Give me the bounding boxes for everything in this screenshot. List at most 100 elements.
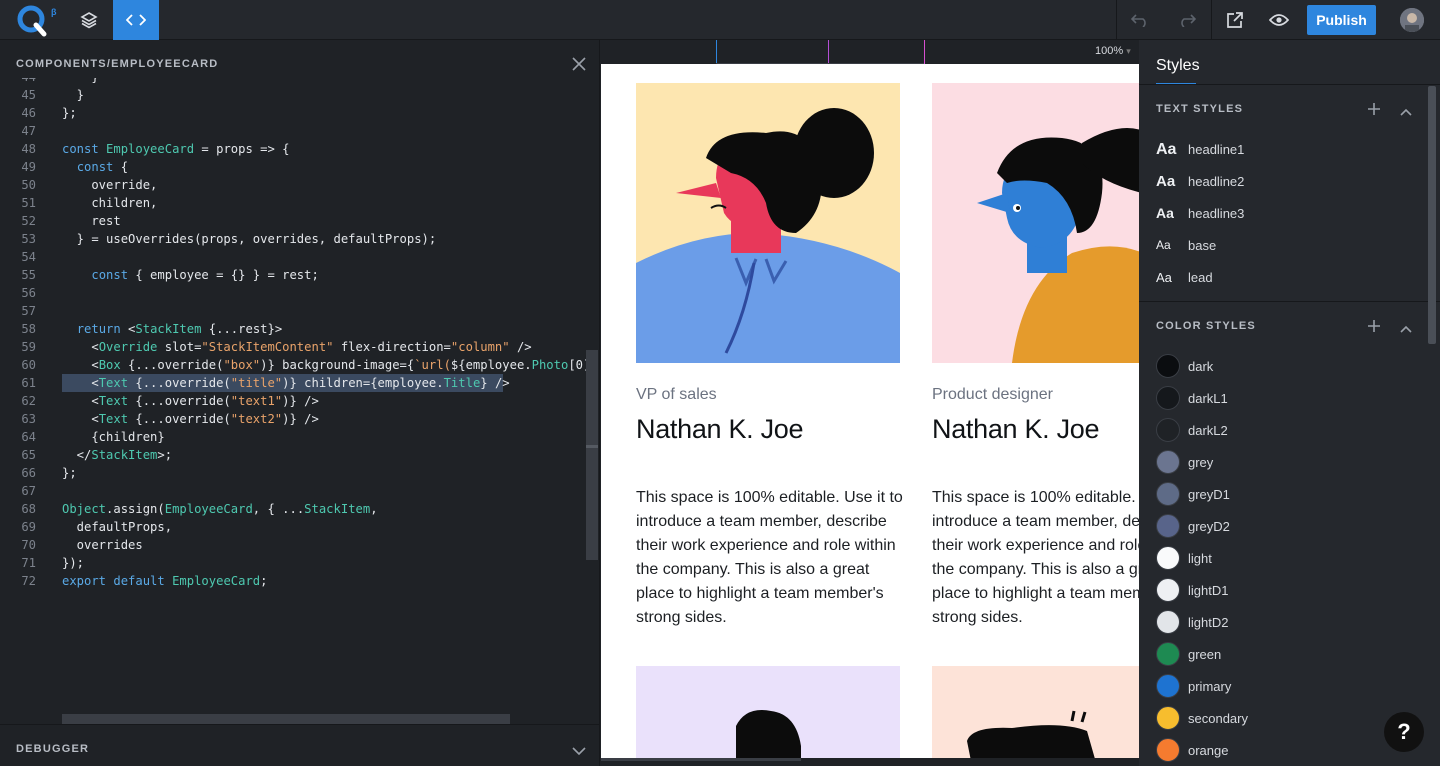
help-button[interactable]: ? [1384, 712, 1424, 752]
code-text: <Text {...override("text2")} /> [62, 412, 319, 426]
text-style-item-base[interactable]: Aa base [1156, 229, 1416, 261]
collapse-color-styles-button[interactable] [1399, 321, 1413, 333]
code-line[interactable]: 53 } = useOverrides(props, overrides, de… [0, 230, 586, 248]
color-style-item-primary[interactable]: primary [1156, 670, 1416, 702]
code-line[interactable]: 58 return <StackItem {...rest}> [0, 320, 586, 338]
quarkly-logo[interactable]: β [14, 4, 66, 38]
text-style-name: base [1188, 238, 1217, 253]
text-style-item-headline2[interactable]: Aa headline2 [1156, 165, 1416, 197]
color-style-name: lightD2 [1188, 615, 1229, 630]
code-line[interactable]: 49 const { [0, 158, 586, 176]
code-button[interactable] [113, 0, 159, 40]
code-line[interactable]: 52 rest [0, 212, 586, 230]
code-line[interactable]: 67 [0, 482, 586, 500]
employee-photo [636, 666, 900, 758]
line-number: 54 [21, 250, 36, 264]
undo-button[interactable] [1117, 0, 1163, 40]
color-style-item-dark[interactable]: dark [1156, 350, 1416, 382]
employee-description: This space is 100% editable. Use it to i… [636, 489, 903, 626]
code-line[interactable]: 45 } [0, 86, 586, 104]
line-number: 69 [21, 520, 36, 534]
line-number: 61 [21, 376, 36, 390]
color-style-item-greyD1[interactable]: greyD1 [1156, 478, 1416, 510]
line-number: 71 [21, 556, 36, 570]
layers-button[interactable] [66, 0, 112, 40]
code-line[interactable]: 68 Object.assign(EmployeeCard, { ...Stack… [0, 500, 586, 518]
code-line[interactable]: 55 const { employee = {} } = rest; [0, 266, 586, 284]
text-style-preview: Aa [1156, 173, 1176, 190]
color-style-item-darkL1[interactable]: darkL1 [1156, 382, 1416, 414]
text-style-name: lead [1188, 270, 1213, 285]
text-style-item-headline1[interactable]: Aa headline1 [1156, 133, 1416, 165]
color-style-item-lightD1[interactable]: lightD1 [1156, 574, 1416, 606]
text-style-name: headline1 [1188, 142, 1245, 157]
code-line[interactable]: 54 [0, 248, 586, 266]
code-line-selected[interactable]: 61 <Text {...override("title")} children… [0, 374, 586, 392]
code-line[interactable]: 65 </StackItem>; [0, 446, 586, 464]
user-avatar[interactable] [1400, 8, 1424, 32]
preview-button[interactable] [1256, 0, 1302, 40]
editor-horizontal-scrollbar[interactable] [62, 714, 510, 724]
chevron-down-icon[interactable] [571, 743, 587, 756]
code-text: <Text {...override("title")} children={e… [62, 376, 510, 390]
line-number: 46 [21, 106, 36, 120]
code-line[interactable]: 64 {children} [0, 428, 586, 446]
chevron-up-icon [1400, 325, 1412, 333]
code-editor-panel: COMPONENTS/EMPLOYEECARD 44 }45 }46};4748… [0, 40, 600, 766]
color-style-item-green[interactable]: green [1156, 638, 1416, 670]
code-line[interactable]: 59 <Override slot="StackItemContent" fle… [0, 338, 586, 356]
color-style-item-grey[interactable]: grey [1156, 446, 1416, 478]
code-line[interactable]: 48 const EmployeeCard = props => { [0, 140, 586, 158]
code-line[interactable]: 60 <Box {...override("box")} background-… [0, 356, 586, 374]
canvas-horizontal-scrollbar[interactable] [601, 758, 1139, 766]
code-line[interactable]: 72 export default EmployeeCard; [0, 572, 586, 590]
code-line[interactable]: 51 children, [0, 194, 586, 212]
code-line[interactable]: 56 [0, 284, 586, 302]
code-line[interactable]: 63 <Text {...override("text2")} /> [0, 410, 586, 428]
color-style-item-orange[interactable]: orange [1156, 734, 1416, 766]
color-style-item-light[interactable]: light [1156, 542, 1416, 574]
text-style-item-headline3[interactable]: Aa headline3 [1156, 197, 1416, 229]
close-icon [572, 57, 586, 71]
add-color-style-button[interactable] [1367, 319, 1381, 333]
color-style-item-greyD2[interactable]: greyD2 [1156, 510, 1416, 542]
employee-role: Product designer [932, 386, 1053, 403]
code-line[interactable]: 62 <Text {...override("text1")} /> [0, 392, 586, 410]
color-style-item-darkL2[interactable]: darkL2 [1156, 414, 1416, 446]
code-text: <Text {...override("text1")} /> [62, 394, 319, 408]
code-line[interactable]: 46}; [0, 104, 586, 122]
open-external-button[interactable] [1212, 0, 1258, 40]
text-style-item-lead[interactable]: Aa lead [1156, 261, 1416, 293]
text-style-name: headline2 [1188, 174, 1245, 189]
code-area[interactable]: 44 }45 }46};4748const EmployeeCard = pro… [0, 78, 586, 718]
add-text-style-button[interactable] [1367, 102, 1381, 116]
page-canvas[interactable]: VP of sales Nathan K. Joe This space is … [601, 64, 1139, 758]
styles-scrollbar[interactable] [1428, 86, 1436, 344]
color-swatch [1156, 706, 1180, 730]
code-line[interactable]: 50 override, [0, 176, 586, 194]
code-text: <Box {...override("box")} background-ima… [62, 358, 586, 372]
line-number: 50 [21, 178, 36, 192]
code-line[interactable]: 69 defaultProps, [0, 518, 586, 536]
code-line[interactable]: 70 overrides [0, 536, 586, 554]
close-editor-button[interactable] [571, 56, 587, 72]
color-style-item-secondary[interactable]: secondary [1156, 702, 1416, 734]
code-line[interactable]: 71}); [0, 554, 586, 572]
tab-styles[interactable]: Styles [1156, 57, 1200, 75]
code-line[interactable]: 44 } [0, 78, 586, 86]
zoom-level[interactable]: 100% ▾ [1095, 45, 1131, 57]
code-line[interactable]: 66}; [0, 464, 586, 482]
line-number: 49 [21, 160, 36, 174]
debugger-panel[interactable]: DEBUGGER [0, 724, 600, 766]
color-style-item-lightD2[interactable]: lightD2 [1156, 606, 1416, 638]
code-line[interactable]: 57 [0, 302, 586, 320]
redo-button[interactable] [1164, 0, 1210, 40]
publish-button[interactable]: Publish [1307, 5, 1376, 35]
code-line[interactable]: 47 [0, 122, 586, 140]
debugger-title: DEBUGGER [16, 743, 90, 755]
line-number: 59 [21, 340, 36, 354]
code-text: return <StackItem {...rest}> [76, 322, 283, 336]
collapse-text-styles-button[interactable] [1399, 104, 1413, 116]
editor-vertical-scrollbar[interactable] [586, 350, 598, 560]
text-style-preview: Aa [1156, 141, 1177, 158]
